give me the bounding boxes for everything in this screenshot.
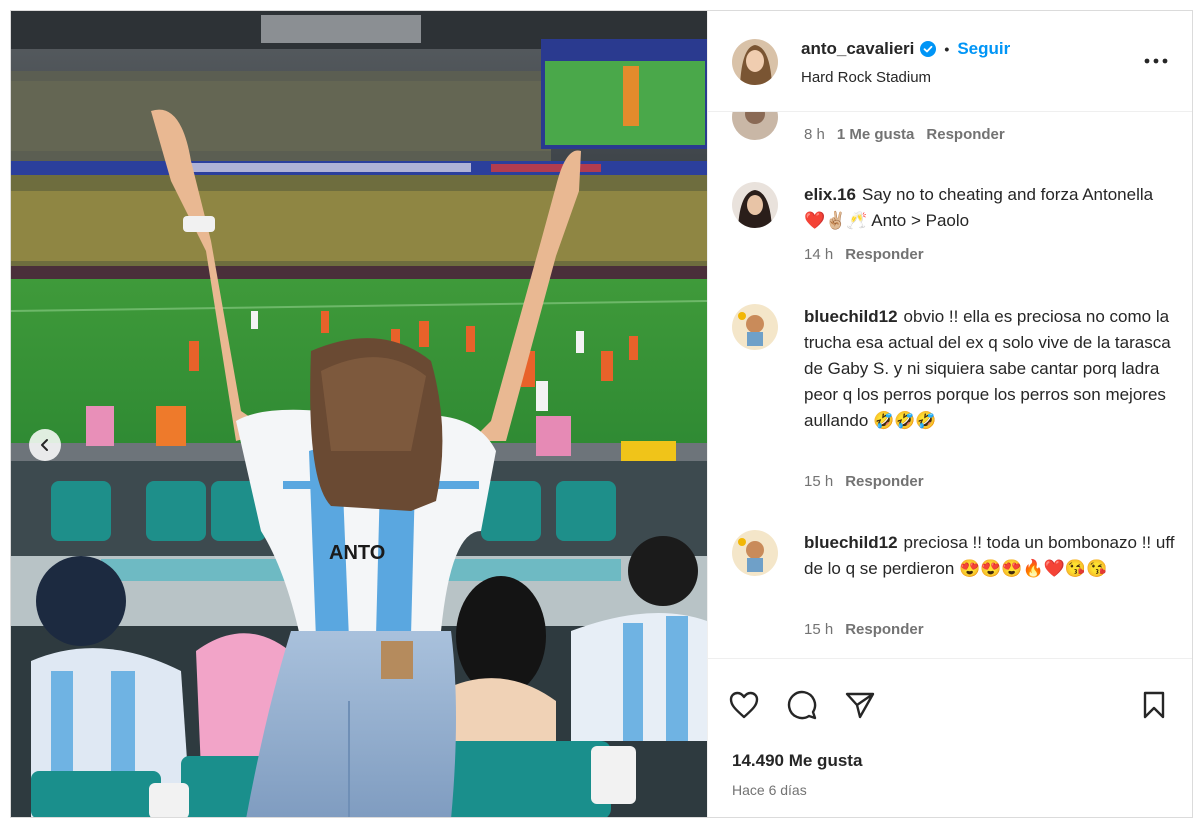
jersey-name-text: ANTO	[329, 542, 385, 564]
post-date: Hace 6 días	[732, 782, 807, 798]
author-avatar-image	[732, 39, 778, 85]
post-location[interactable]: Hard Rock Stadium	[801, 69, 931, 86]
separator-dot: •	[944, 41, 950, 57]
share-icon	[845, 692, 875, 719]
comment-time: 15 h	[804, 473, 834, 490]
comment-body: elix.16 Say no to cheating and forza Anto…	[804, 182, 1176, 234]
comment-time: 14 h	[804, 246, 834, 263]
commenter-avatar-image	[732, 304, 778, 350]
comment-meta: 8 h 1 Me gusta Responder	[804, 126, 1005, 143]
like-button[interactable]	[728, 689, 760, 721]
commenter-avatar[interactable]	[732, 530, 778, 576]
comment-time: 8 h	[804, 126, 825, 143]
commenter-username[interactable]: elix.16	[804, 185, 856, 204]
share-button[interactable]	[844, 689, 876, 721]
commenter-avatar[interactable]	[732, 112, 778, 140]
commenter-avatar-image	[732, 112, 778, 140]
comment-item: elix.16 Say no to cheating and forza Anto…	[708, 180, 1192, 290]
comment-time: 15 h	[804, 621, 834, 638]
commenter-avatar-image	[732, 182, 778, 228]
save-button[interactable]	[1138, 689, 1170, 721]
comment-body: bluechild12 preciosa !! toda un bombonazo…	[804, 530, 1176, 582]
comment-meta: 14 h Responder	[804, 246, 924, 263]
commenter-avatar[interactable]	[732, 304, 778, 350]
stadium-photo-illustration: ANTO	[11, 11, 707, 817]
chevron-left-icon	[41, 439, 48, 451]
comment-body: bluechild12 obvio !! ella es preciosa no …	[804, 304, 1176, 434]
comment-meta: 15 h Responder	[804, 621, 924, 638]
commenter-username[interactable]: bluechild12	[804, 307, 898, 326]
bookmark-icon	[1143, 691, 1165, 719]
likes-count[interactable]: 14.490 Me gusta	[732, 751, 862, 771]
commenter-avatar[interactable]	[732, 182, 778, 228]
reply-button[interactable]: Responder	[926, 126, 1004, 143]
comment-meta: 15 h Responder	[804, 473, 924, 490]
previous-photo-button[interactable]	[29, 429, 61, 461]
post-header: anto_cavalieri • Seguir Hard Rock Stadiu…	[708, 11, 1192, 112]
comments-list[interactable]: 8 h 1 Me gusta Responder elix.16 Say no t…	[708, 112, 1192, 658]
verified-badge-icon	[920, 41, 937, 57]
comment-item: bluechild12 preciosa !! toda un bombonazo…	[708, 528, 1192, 648]
reply-button[interactable]: Responder	[845, 621, 923, 638]
comment-text: Say no to cheating and forza Antonella ❤…	[804, 185, 1154, 230]
post-actions: 14.490 Me gusta Hace 6 días	[708, 658, 1192, 817]
post-details-panel: anto_cavalieri • Seguir Hard Rock Stadiu…	[707, 11, 1192, 817]
more-options-icon	[1144, 58, 1168, 64]
heart-icon	[729, 691, 759, 719]
comment-button[interactable]	[786, 689, 818, 721]
comment-item: bluechild12 obvio !! ella es preciosa no …	[708, 302, 1192, 502]
author-avatar[interactable]	[732, 39, 778, 85]
reply-button[interactable]: Responder	[845, 473, 923, 490]
more-options-button[interactable]	[1141, 49, 1171, 73]
author-username[interactable]: anto_cavalieri	[801, 39, 914, 59]
follow-button[interactable]: Seguir	[957, 39, 1010, 59]
reply-button[interactable]: Responder	[845, 246, 923, 263]
comment-icon	[787, 690, 817, 720]
comment-likes[interactable]: 1 Me gusta	[837, 126, 915, 143]
commenter-avatar-image	[732, 530, 778, 576]
instagram-post: ANTO anto_cavalieri • Seguir Hard Rock S…	[10, 10, 1193, 818]
post-photo[interactable]: ANTO	[11, 11, 707, 817]
commenter-username[interactable]: bluechild12	[804, 533, 898, 552]
